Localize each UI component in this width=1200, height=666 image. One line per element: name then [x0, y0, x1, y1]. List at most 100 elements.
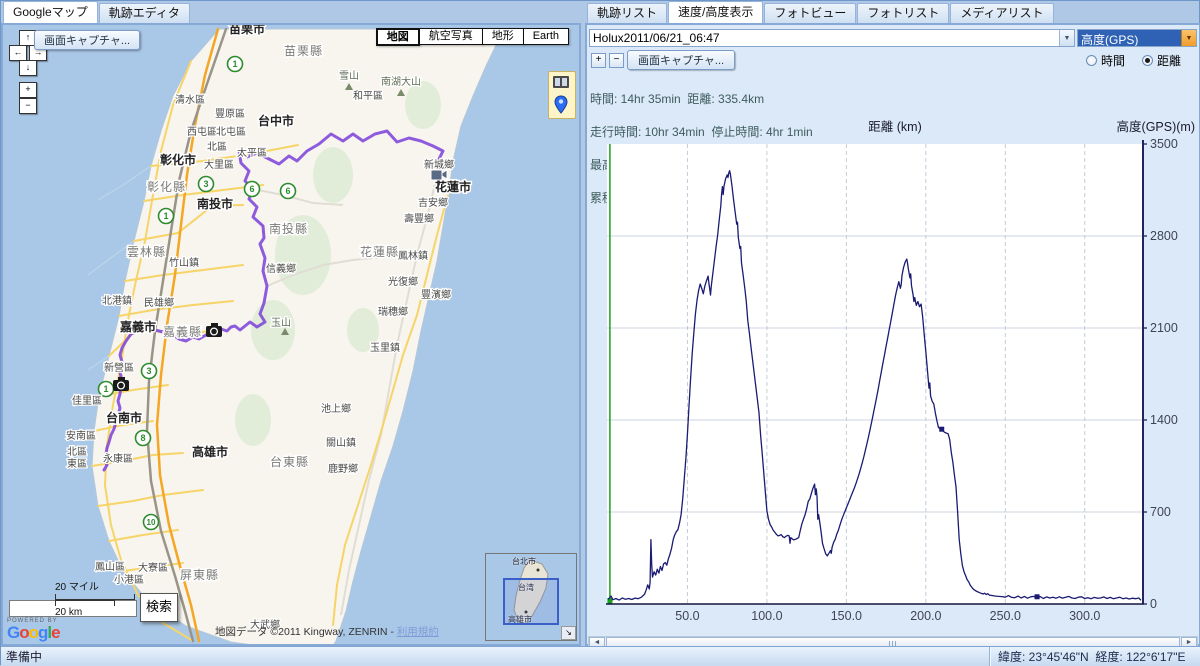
overview-minimap[interactable]: 台北市 台湾 高雄市 ↘ — [485, 553, 577, 641]
map-label: 南湖大山 — [381, 75, 421, 88]
app-window: Googleマップ 軌跡エディタ 1 3 6 6 1 3 1 8 10 苗栗市 … — [0, 0, 1200, 666]
radio-icon[interactable] — [1085, 54, 1097, 66]
x-tick-label: 100.0 — [751, 609, 782, 623]
pan-down-button[interactable]: ↓ — [19, 60, 37, 76]
map-type-map-button[interactable]: 地図 — [375, 28, 420, 46]
map-canvas[interactable]: 1 3 6 6 1 3 1 8 10 苗栗市苗栗縣雪山 南湖大山和平區 清水區豐原區 台中市西屯區 北屯區… — [3, 25, 579, 644]
metric-select-value: 高度(GPS) — [1078, 30, 1181, 46]
right-tabbar: 軌跡リスト 速度/高度表示 フォトビュー フォトリスト メディアリスト — [585, 1, 1200, 23]
ride-statistics: 時間: 14hr 35min 距離: 335.4km 走行時間: 10hr 34… — [587, 71, 1199, 204]
map-type-satellite-button[interactable]: 航空写真 — [418, 28, 483, 45]
y-tick-label: 0 — [1150, 597, 1157, 611]
map-attribution: 地図データ ©2011 Kingway, ZENRIN - 利用規約 — [215, 624, 439, 639]
google-logo[interactable]: POWERED BY Google — [7, 618, 61, 641]
x-tick-label: 250.0 — [990, 609, 1021, 623]
map-label: 永康區 — [103, 452, 133, 465]
map-label: 民雄鄉 — [144, 296, 174, 309]
map-label: 鳳山區 — [95, 561, 125, 573]
x-axis-distance-radio[interactable]: 距離 — [1141, 52, 1181, 69]
map-label: 瑞穗鄉 — [378, 305, 408, 318]
route-shield: 6 — [279, 182, 297, 200]
zoom-out-button[interactable]: − — [19, 98, 37, 114]
tab-photo-list[interactable]: フォトリスト — [857, 3, 950, 23]
status-coordinates: 緯度: 23°45'46"N 経度: 122°6'17"E — [989, 647, 1200, 666]
map-label: 苗栗市 — [229, 25, 265, 36]
stat-time-distance: 時間: 14hr 35min 距離: 335.4km — [590, 92, 765, 106]
svg-text:3: 3 — [203, 179, 208, 189]
map-label: 玉山 — [271, 317, 291, 329]
attribution-text: 地図データ ©2011 Kingway, ZENRIN - — [215, 626, 397, 638]
y-tick-label: 2800 — [1150, 229, 1178, 243]
map-label: 花蓮市 — [435, 179, 471, 194]
map-screen-capture-button[interactable]: 画面キャプチャ... — [34, 30, 141, 50]
y-axis-title: 高度(GPS)(m) — [1117, 119, 1195, 134]
map-type-terrain-button[interactable]: 地形 — [481, 28, 524, 45]
map-label: 吉安鄉 — [418, 196, 448, 209]
route-shield: 1 — [157, 207, 175, 225]
tab-google-map[interactable]: Googleマップ — [3, 1, 98, 23]
chart-zoom-out-button[interactable]: − — [609, 52, 624, 68]
map-label: 北港鎮 — [102, 294, 132, 307]
chart-screen-capture-button[interactable]: 画面キャプチャ... — [627, 50, 736, 70]
map-label: 苗栗縣 — [284, 44, 323, 58]
map-label: 豐原區 — [215, 107, 245, 120]
chevron-down-icon[interactable]: ▼ — [1181, 30, 1196, 46]
map-scale-bar: 20 マイル 20 km — [55, 578, 135, 618]
metric-select-combo[interactable]: 高度(GPS) ▼ — [1077, 29, 1197, 47]
map-label: 竹山鎮 — [169, 256, 199, 269]
map-label: 豐濱鄉 — [421, 288, 451, 301]
chart-photo-marker[interactable] — [939, 426, 945, 432]
map-type-earth-button[interactable]: Earth — [522, 28, 569, 45]
media-marker-box[interactable] — [548, 71, 576, 119]
map-label: 玉里鎮 — [370, 341, 400, 354]
elevation-chart-area[interactable]: 0 700 1400 2100 2800 3500 50.0 100.0 150.0 200.0 2… — [587, 118, 1199, 635]
route-shield: 8 — [134, 429, 152, 447]
y-tick-label: 3500 — [1150, 137, 1178, 151]
route-shield: 1 — [97, 380, 115, 398]
y-tick-label: 2100 — [1150, 321, 1178, 335]
x-axis-title: 距離 (km) — [868, 120, 921, 134]
map-label: 台東縣 — [270, 454, 309, 469]
map-label: 花蓮縣 — [360, 244, 399, 259]
map-label: 大里區 — [204, 158, 234, 171]
map-pin-icon — [554, 95, 568, 114]
map-label: 彰化縣 — [147, 179, 186, 194]
route-shield: 1 — [226, 55, 244, 73]
tab-track-list[interactable]: 軌跡リスト — [587, 3, 668, 23]
chart-plot-area[interactable] — [607, 144, 1143, 604]
pan-left-button[interactable]: ← — [9, 45, 27, 61]
minimap-viewport-rect[interactable] — [503, 578, 559, 625]
zoom-in-button[interactable]: + — [19, 82, 37, 98]
status-message: 準備中 — [6, 650, 43, 664]
map-label: 北區 — [67, 446, 87, 458]
map-label: 信義鄉 — [266, 262, 296, 275]
map-label: 和平區 — [353, 90, 383, 102]
map-label: 南投縣 — [269, 221, 308, 236]
map-label: 屏東縣 — [180, 568, 219, 582]
svg-text:1: 1 — [163, 211, 168, 221]
map-search-button[interactable]: 検索 — [140, 593, 178, 622]
panel-toolbar-buttons: + − 画面キャプチャ... 時間 距離 — [587, 49, 1199, 71]
chart-zoom-in-button[interactable]: + — [591, 52, 606, 68]
map-label: 台中市 — [258, 113, 294, 128]
radio-icon[interactable] — [1141, 54, 1153, 66]
map-label: 雲林縣 — [127, 245, 166, 259]
tab-track-editor[interactable]: 軌跡エディタ — [98, 3, 190, 23]
terms-link[interactable]: 利用規約 — [397, 626, 439, 638]
map-pane[interactable]: 1 3 6 6 1 3 1 8 10 苗栗市 苗栗縣 雪山 南湖大山 和平區 清水區 豐原區 台中市 西屯區 北屯區… — [1, 23, 581, 646]
chart-photo-marker[interactable] — [1034, 594, 1040, 600]
elevation-chart[interactable]: 0 700 1400 2100 2800 3500 50.0 100.0 150.0 200.0 2… — [587, 118, 1199, 635]
tab-media-list[interactable]: メディアリスト — [950, 3, 1054, 23]
tab-speed-altitude[interactable]: 速度/高度表示 — [668, 1, 764, 23]
status-bar: 準備中 緯度: 23°45'46"N 経度: 122°6'17"E — [1, 646, 1200, 666]
chevron-down-icon[interactable]: ▼ — [1059, 30, 1074, 46]
x-axis-time-radio[interactable]: 時間 — [1085, 52, 1125, 69]
minimap-collapse-button[interactable]: ↘ — [561, 626, 576, 640]
map-label: 嘉義市 — [119, 319, 156, 334]
tab-photo-view[interactable]: フォトビュー — [764, 3, 857, 23]
scale-km-label: 20 km — [55, 607, 83, 618]
map-label: 新營區 — [104, 361, 134, 374]
track-select-combo[interactable]: Holux2011/06/21_06:47 ▼ — [589, 29, 1075, 47]
route-shield: 3 — [140, 362, 158, 380]
x-tick-label: 200.0 — [910, 609, 941, 623]
